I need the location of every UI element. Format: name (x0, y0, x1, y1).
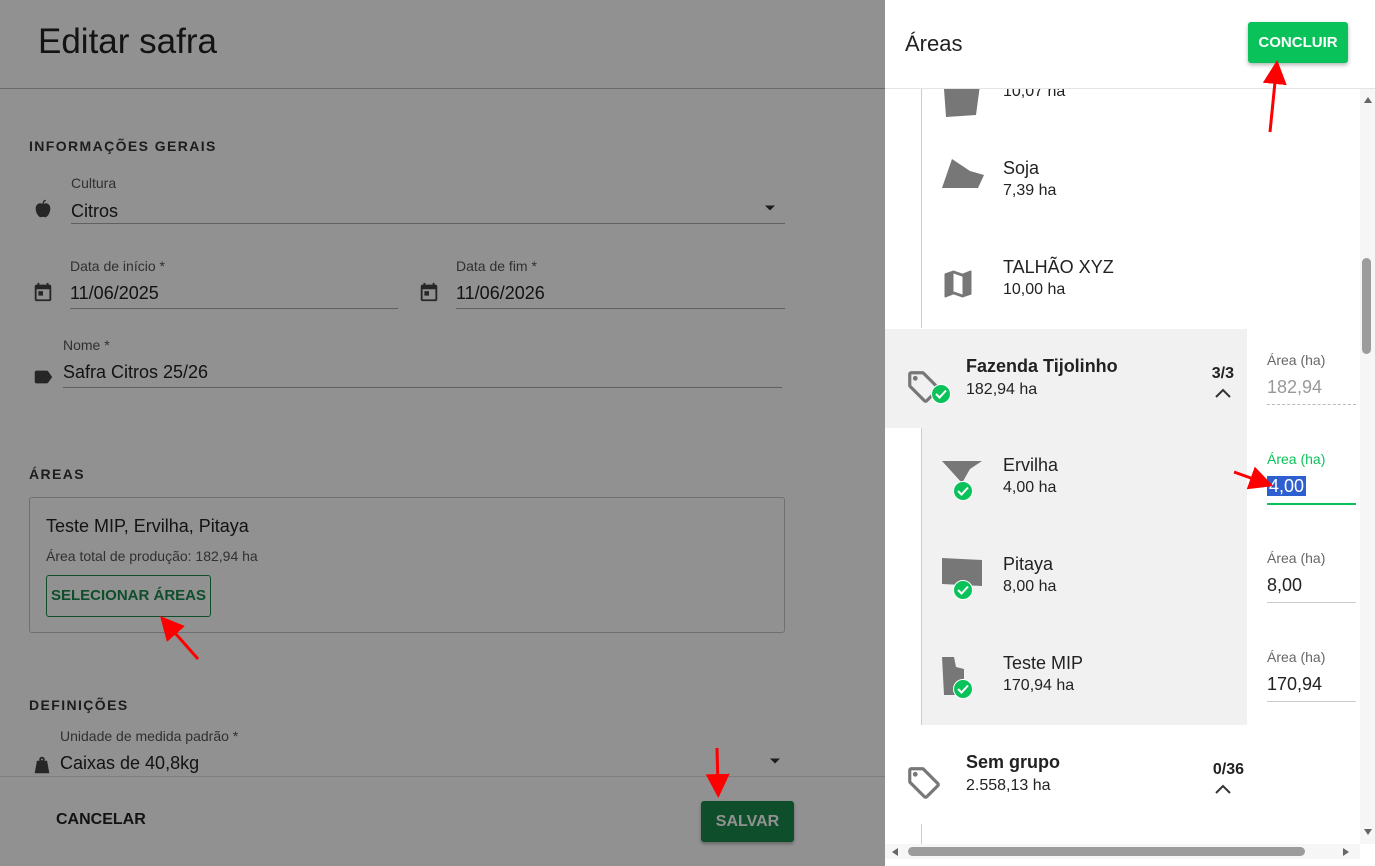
annotation-arrow (1233, 466, 1274, 490)
annotation-arrow (705, 747, 730, 798)
annotation-arrows (160, 60, 1287, 798)
annotation-arrow (1262, 60, 1287, 133)
annotation-arrow (160, 616, 200, 660)
